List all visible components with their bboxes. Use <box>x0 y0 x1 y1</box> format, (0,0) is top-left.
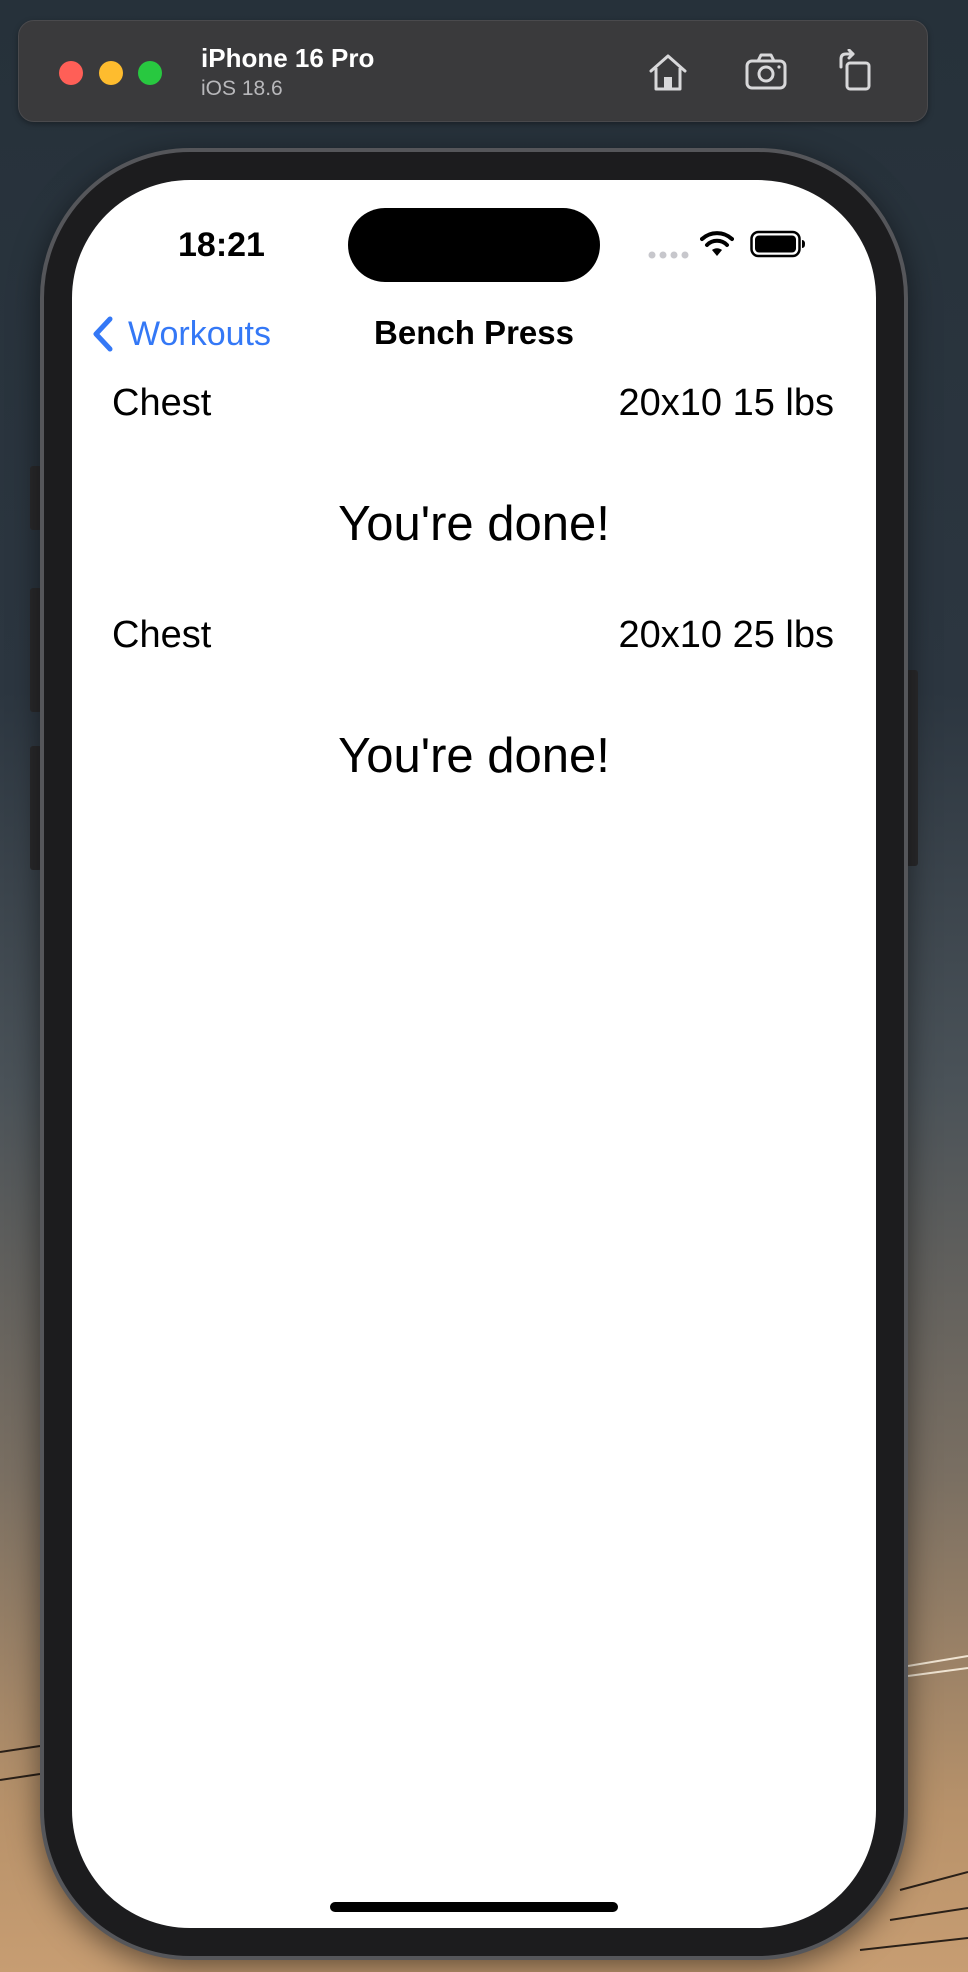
home-indicator[interactable] <box>330 1902 618 1912</box>
set-detail: 20x10 25 lbs <box>618 613 835 656</box>
device-name: iPhone 16 Pro <box>201 43 375 73</box>
cellular-signal-icon <box>648 251 689 259</box>
simulator-toolbar: iPhone 16 Pro iOS 18.6 <box>18 20 928 122</box>
screenshot-icon[interactable] <box>743 49 789 95</box>
status-time: 18:21 <box>178 226 265 264</box>
set-row[interactable]: Chest 20x10 15 lbs <box>112 378 834 428</box>
set-status: You're done! <box>338 729 610 783</box>
zoom-window-button[interactable] <box>138 61 162 85</box>
os-version: iOS 18.6 <box>201 77 283 100</box>
phone-screen: 18:21 Workouts Bench Press Chest 20x10 1… <box>72 180 876 1928</box>
minimize-window-button[interactable] <box>99 61 123 85</box>
wifi-icon <box>700 231 734 256</box>
close-window-button[interactable] <box>59 61 83 85</box>
set-muscle: Chest <box>112 613 212 656</box>
set-status: You're done! <box>338 497 610 551</box>
dynamic-island <box>348 208 600 282</box>
set-row[interactable]: Chest 20x10 25 lbs <box>112 610 834 660</box>
page-title: Bench Press <box>374 314 574 351</box>
rotate-icon[interactable] <box>833 48 879 95</box>
battery-icon <box>750 230 805 258</box>
home-icon[interactable] <box>645 49 691 95</box>
set-detail: 20x10 15 lbs <box>618 381 835 424</box>
set-muscle: Chest <box>112 381 212 424</box>
